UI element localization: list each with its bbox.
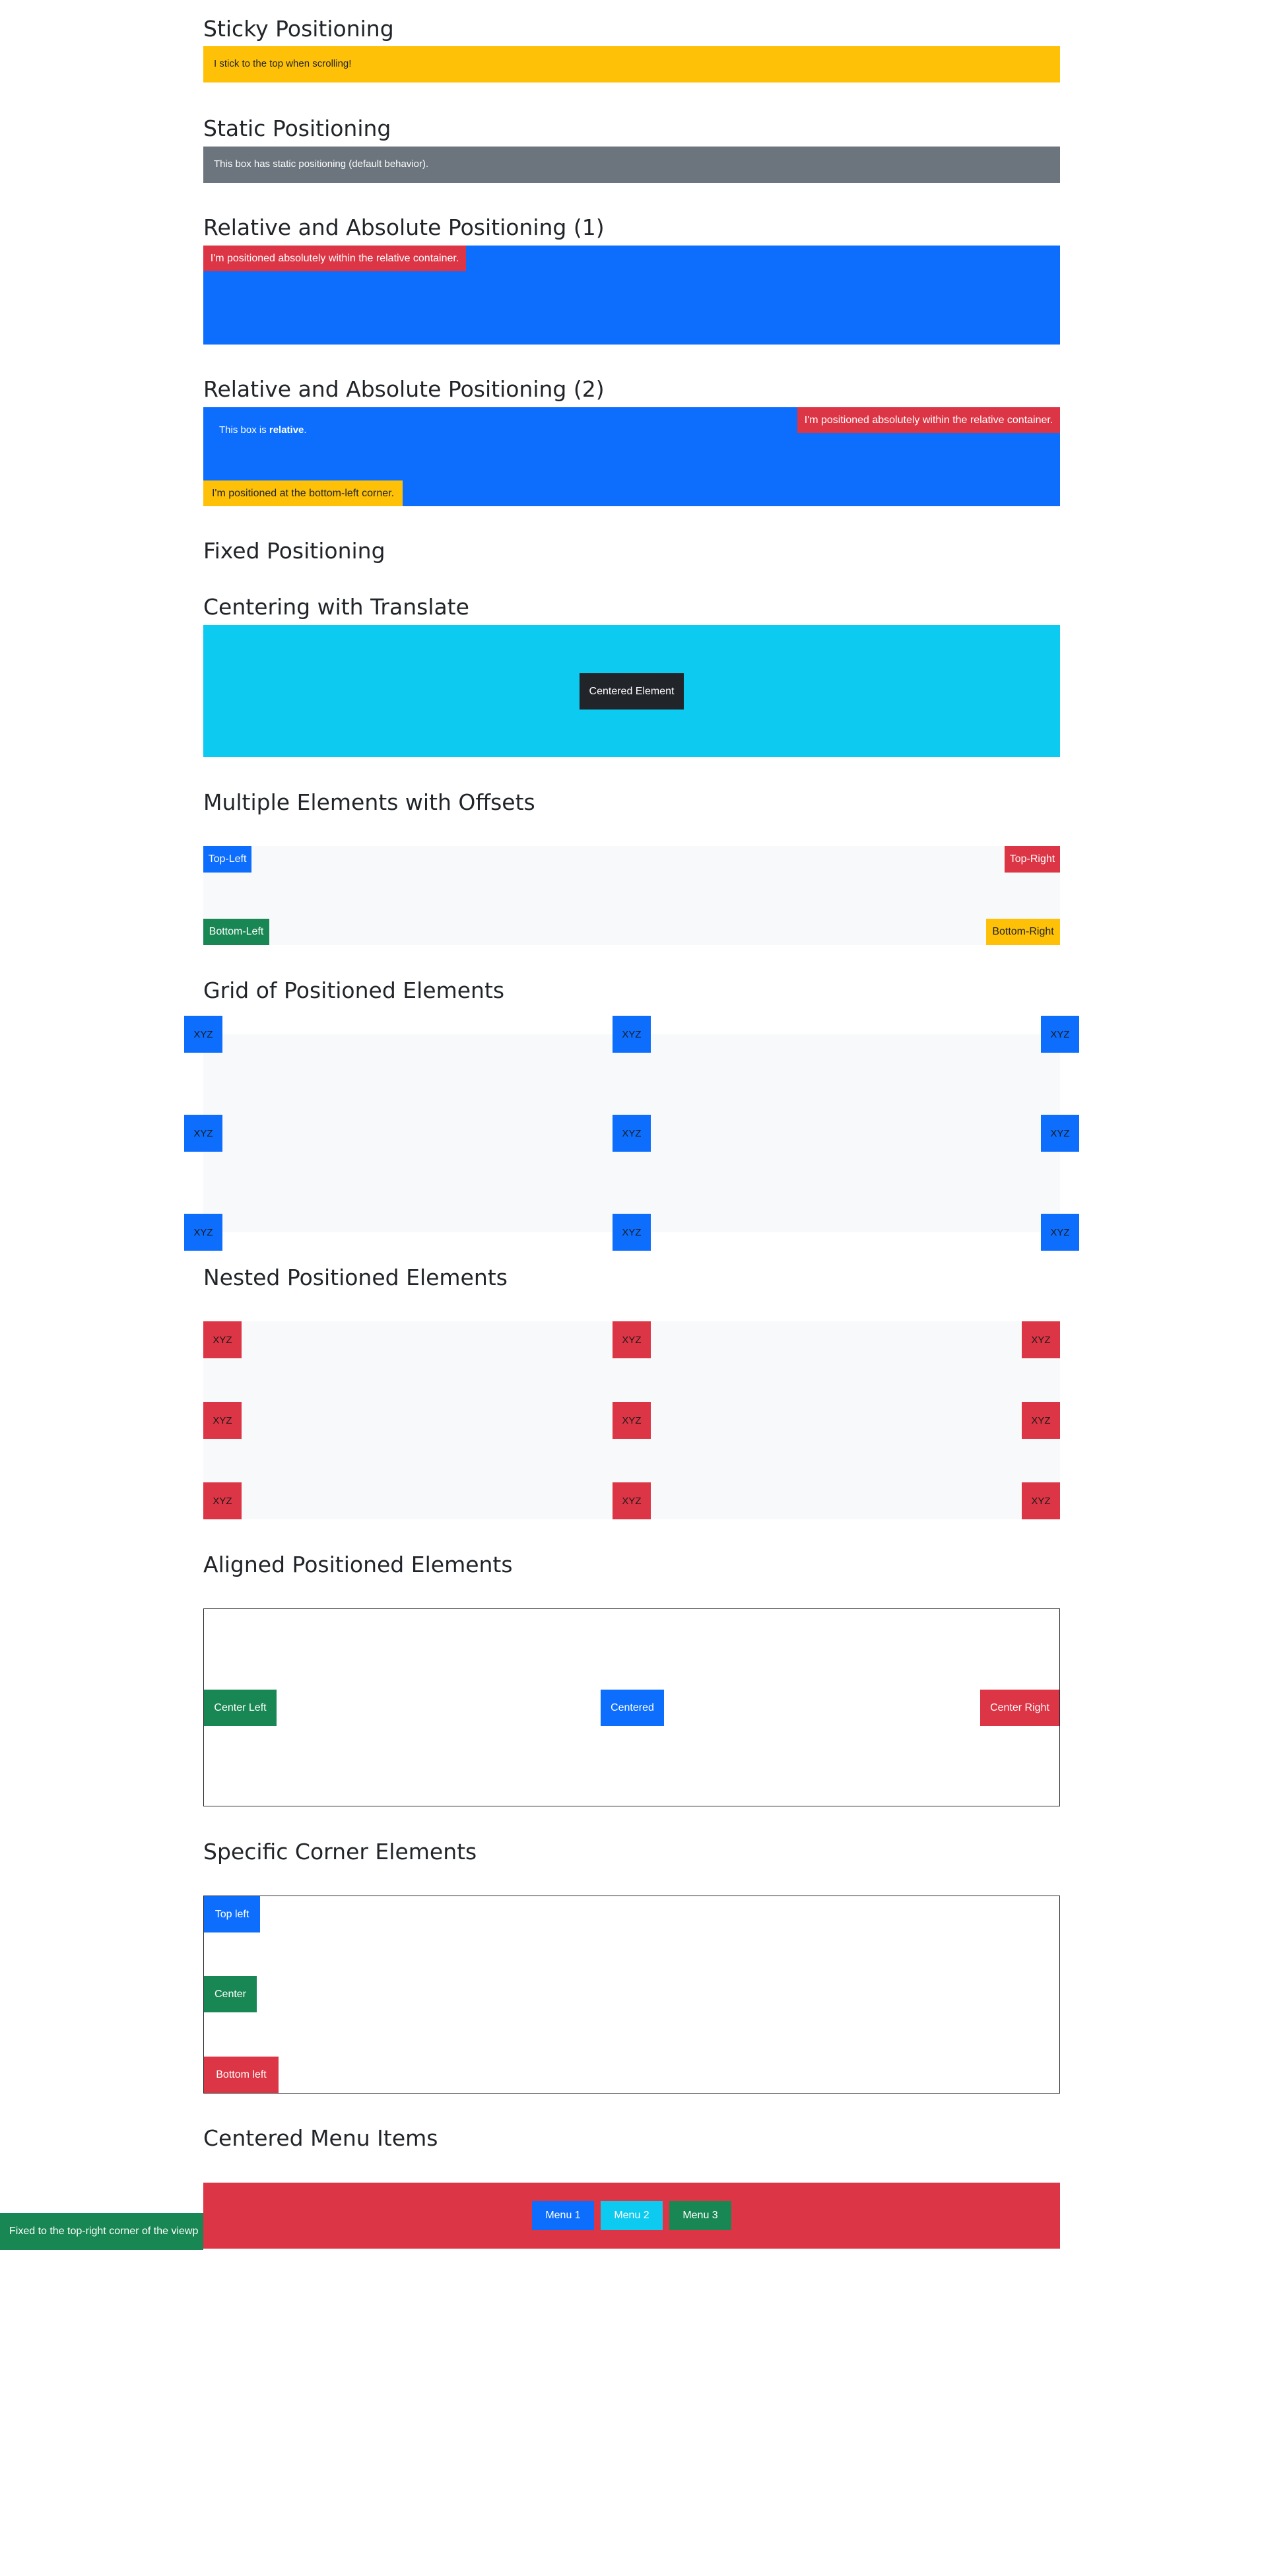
- nested-heading: Nested Positioned Elements: [203, 1265, 508, 1290]
- centering-heading: Centering with Translate: [203, 594, 469, 620]
- aligned-container: Center Left Centered Center Right: [203, 1608, 1060, 1806]
- menu-item-1[interactable]: Menu 1: [532, 2201, 594, 2230]
- absolute-box-1: I'm positioned absolutely within the rel…: [203, 246, 466, 271]
- grid-cell: XYZ: [184, 1115, 222, 1152]
- fixed-heading: Fixed Positioning: [203, 538, 385, 564]
- menu-item-3[interactable]: Menu 3: [669, 2201, 731, 2230]
- static-text: This box has static positioning (default…: [214, 158, 429, 170]
- aligned-heading: Aligned Positioned Elements: [203, 1552, 513, 1577]
- grid-cell: XYZ: [1041, 1214, 1079, 1251]
- nested-cell: XYZ: [1022, 1482, 1060, 1519]
- grid-cell: XYZ: [1041, 1016, 1079, 1053]
- grid-cell: XYZ: [184, 1214, 222, 1251]
- center-left-box: Center Left: [204, 1690, 277, 1726]
- nested-cell: XYZ: [613, 1321, 651, 1358]
- centered-element: Centered Element: [580, 673, 684, 710]
- nested-cell: XYZ: [613, 1482, 651, 1519]
- offsets-container: Top-Left Top-Right Bottom-Left Bottom-Ri…: [203, 846, 1060, 945]
- rel-abs-2-heading: Relative and Absolute Positioning (2): [203, 376, 605, 402]
- corner-center: Center: [204, 1976, 257, 2012]
- corners-container: Top left Center Bottom left: [203, 1896, 1060, 2094]
- relative-text-suffix: .: [304, 424, 307, 436]
- relative-container-2: This box is relative. I'm positioned abs…: [203, 407, 1060, 506]
- center-right-box: Center Right: [980, 1690, 1059, 1726]
- centered-box: Centered: [601, 1690, 664, 1726]
- nested-cell: XYZ: [1022, 1321, 1060, 1358]
- static-heading: Static Positioning: [203, 116, 391, 141]
- rel-abs-1-heading: Relative and Absolute Positioning (1): [203, 215, 605, 240]
- grid-cell: XYZ: [1041, 1115, 1079, 1152]
- nested-cell: XYZ: [613, 1402, 651, 1439]
- menu-heading: Centered Menu Items: [203, 2125, 438, 2151]
- grid-heading: Grid of Positioned Elements: [203, 977, 505, 1003]
- corners-heading: Specific Corner Elements: [203, 1839, 477, 1865]
- corner-bottom-left: Bottom left: [204, 2057, 279, 2093]
- offset-bottom-left: Bottom-Left: [203, 919, 269, 945]
- nested-cell: XYZ: [203, 1482, 242, 1519]
- sticky-box: I stick to the top when scrolling!: [203, 46, 1060, 83]
- nested-cell: XYZ: [1022, 1402, 1060, 1439]
- offset-top-right: Top-Right: [1005, 846, 1060, 873]
- sticky-heading: Sticky Positioning: [203, 16, 394, 42]
- relative-text: This box is relative.: [219, 424, 307, 436]
- offset-top-left: Top-Left: [203, 846, 251, 873]
- grid-cell: XYZ: [613, 1016, 651, 1053]
- centering-container: Centered Element: [203, 625, 1060, 757]
- relative-container-1: I'm positioned absolutely within the rel…: [203, 246, 1060, 345]
- static-box: This box has static positioning (default…: [203, 147, 1060, 183]
- grid-cell: XYZ: [613, 1115, 651, 1152]
- nested-cell: XYZ: [203, 1402, 242, 1439]
- absolute-box-top-right: I'm positioned absolutely within the rel…: [797, 407, 1060, 433]
- grid-cell: XYZ: [184, 1016, 222, 1053]
- corner-top-left: Top left: [204, 1896, 260, 1932]
- absolute-box-bottom-left: I'm positioned at the bottom-left corner…: [203, 480, 403, 506]
- centered-menu: Menu 1 Menu 2 Menu 3: [203, 2183, 1060, 2249]
- nested-cell: XYZ: [203, 1321, 242, 1358]
- offset-bottom-right: Bottom-Right: [986, 919, 1060, 945]
- relative-text-bold: relative: [269, 424, 304, 436]
- relative-text-prefix: This box is: [219, 424, 269, 436]
- sticky-text: I stick to the top when scrolling!: [214, 58, 352, 69]
- menu-item-2[interactable]: Menu 2: [601, 2201, 663, 2230]
- fixed-box: Fixed to the top-right corner of the vie…: [0, 2213, 203, 2250]
- nested-container: XYZ XYZ XYZ XYZ XYZ XYZ XYZ XYZ XYZ: [203, 1321, 1060, 1519]
- grid-cell: XYZ: [613, 1214, 651, 1251]
- offsets-heading: Multiple Elements with Offsets: [203, 789, 535, 815]
